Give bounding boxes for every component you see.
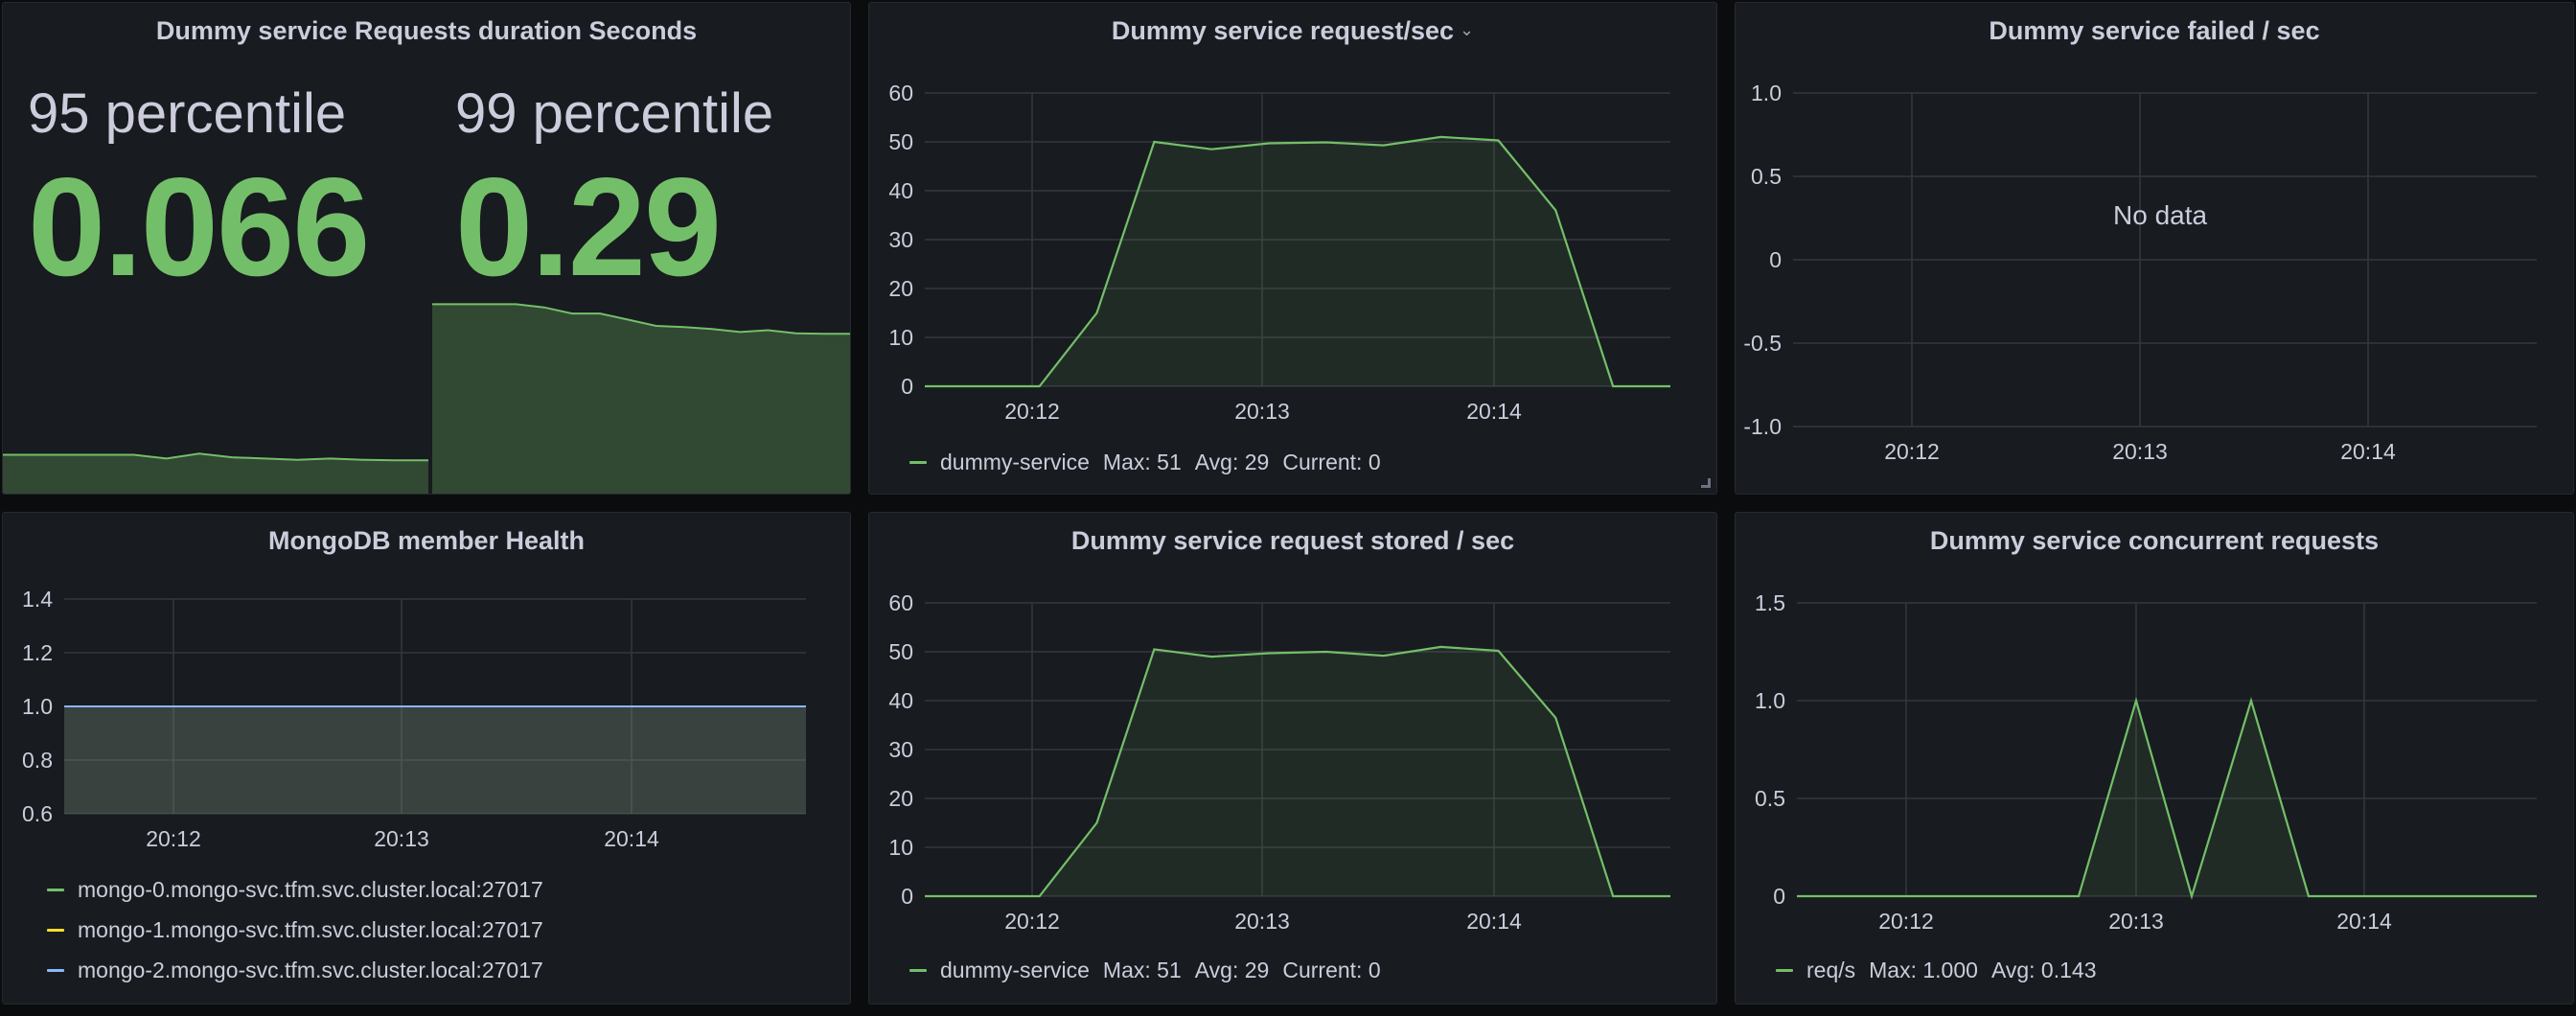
y-tick-label: 0 xyxy=(1773,884,1785,909)
x-tick-label: 20:14 xyxy=(604,826,659,851)
legend-series-name: mongo-2.mongo-svc.tfm.svc.cluster.local:… xyxy=(78,957,543,982)
y-tick-label: -1.0 xyxy=(1743,414,1782,439)
y-tick-label: 0.5 xyxy=(1755,786,1785,811)
legend-series-name: dummy-service xyxy=(940,957,1090,982)
y-tick-label: 0 xyxy=(901,884,913,909)
legend-item[interactable]: mongo-1.mongo-svc.tfm.svc.cluster.local:… xyxy=(47,910,543,950)
no-data-message: No data xyxy=(2113,200,2208,230)
y-tick-label: 1.2 xyxy=(22,640,53,665)
legend-swatch xyxy=(909,460,927,464)
resize-handle[interactable] xyxy=(1701,478,1711,488)
panel-failed-per-sec[interactable]: Dummy service failed / sec 1.0 0.5 0 -0.5 -1… xyxy=(1735,2,2574,495)
y-tick-label: 0 xyxy=(1769,247,1782,272)
legend-item[interactable]: mongo-0.mongo-svc.tfm.svc.cluster.local:… xyxy=(47,869,543,910)
y-tick-label: 1.4 xyxy=(22,587,53,612)
y-tick-label: 60 xyxy=(888,81,913,105)
legend-item[interactable]: mongo-2.mongo-svc.tfm.svc.cluster.local:… xyxy=(47,950,543,990)
x-tick-label: 20:13 xyxy=(2112,439,2168,464)
series-area-fill xyxy=(925,136,1670,386)
legend: dummy-service Max: 51 Avg: 29 Current: 0 xyxy=(909,950,1381,990)
legend-series-name: mongo-1.mongo-svc.tfm.svc.cluster.local:… xyxy=(78,916,543,942)
x-tick-label: 20:14 xyxy=(2340,439,2396,464)
y-tick-label: 20 xyxy=(888,276,913,301)
x-tick-label: 20:14 xyxy=(2336,909,2392,934)
legend-item[interactable]: dummy-service Max: 51 Avg: 29 Current: 0 xyxy=(909,950,1381,990)
x-tick-label: 20:14 xyxy=(1466,399,1522,424)
y-tick-label: 0.6 xyxy=(22,801,53,826)
legend: dummy-service Max: 51 Avg: 29 Current: 0 xyxy=(909,442,1381,482)
legend-item[interactable]: req/s Max: 1.000 Avg: 0.143 xyxy=(1776,950,2097,990)
legend-current: Current: 0 xyxy=(1282,957,1381,982)
x-tick-label: 20:12 xyxy=(1004,399,1060,424)
y-tick-label: 50 xyxy=(888,129,913,154)
y-tick-label: 50 xyxy=(888,639,913,664)
legend-series-name: req/s xyxy=(1806,957,1856,982)
panel-request-stored[interactable]: Dummy service request stored / sec 60 50 4… xyxy=(868,512,1717,1004)
y-tick-label: 10 xyxy=(888,325,913,350)
legend-avg: Avg: 29 xyxy=(1194,449,1270,474)
x-tick-label: 20:12 xyxy=(146,826,201,851)
y-tick-label: 1.5 xyxy=(1755,590,1785,615)
legend-avg: Avg: 29 xyxy=(1194,957,1270,982)
panel-concurrent-requests[interactable]: Dummy service concurrent requests 1.5 1.0… xyxy=(1735,512,2574,1004)
chart-plot: 60 50 40 30 20 10 0 20:12 20:13 20:14 xyxy=(888,590,1671,934)
chart-plot: 1.5 1.0 0.5 0 20:12 20:13 20:14 xyxy=(1755,590,2538,934)
legend-max: Max: 51 xyxy=(1102,957,1182,982)
sparkline-area xyxy=(3,303,850,494)
y-tick-label: 20 xyxy=(888,786,913,811)
chart-plot: 60 50 40 30 20 10 0 20:12 20:13 20:14 xyxy=(888,81,1671,424)
panel-request-duration[interactable]: Dummy service Requests duration Seconds … xyxy=(2,2,851,495)
y-tick-label: 30 xyxy=(888,737,913,762)
legend-current: Current: 0 xyxy=(1282,449,1381,474)
y-tick-label: 0.8 xyxy=(22,748,53,773)
y-tick-label: 0 xyxy=(901,374,913,399)
legend: mongo-0.mongo-svc.tfm.svc.cluster.local:… xyxy=(47,869,543,990)
y-tick-label: 1.0 xyxy=(22,694,53,719)
y-tick-label: 10 xyxy=(888,835,913,860)
series-area-fill xyxy=(925,646,1670,896)
legend-avg: Avg: 0.143 xyxy=(1990,957,2097,982)
legend-max: Max: 51 xyxy=(1102,449,1182,474)
legend-series-name: mongo-0.mongo-svc.tfm.svc.cluster.local:… xyxy=(78,876,543,902)
series-area-fill xyxy=(64,706,806,814)
legend-max: Max: 1.000 xyxy=(1869,957,1978,982)
legend-swatch xyxy=(47,968,64,972)
y-tick-label: 0.5 xyxy=(1751,164,1782,189)
y-tick-label: 30 xyxy=(888,227,913,252)
legend-swatch xyxy=(47,928,64,932)
x-tick-label: 20:13 xyxy=(1234,399,1290,424)
x-tick-label: 20:12 xyxy=(1004,909,1060,934)
y-tick-label: -0.5 xyxy=(1743,331,1782,356)
x-tick-label: 20:13 xyxy=(1234,909,1290,934)
legend-series-name: dummy-service xyxy=(940,449,1090,474)
legend-swatch xyxy=(909,968,927,972)
y-tick-label: 40 xyxy=(888,178,913,203)
x-tick-label: 20:12 xyxy=(1878,909,1934,934)
y-tick-label: 1.0 xyxy=(1751,81,1782,105)
y-tick-label: 60 xyxy=(888,590,913,615)
panel-request-per-sec[interactable]: Dummy service request/sec ⌄ 60 50 40 30 20 10 0… xyxy=(868,2,1717,495)
legend-swatch xyxy=(47,888,64,891)
legend-swatch xyxy=(1776,968,1793,972)
chart-plot: 1.0 0.5 0 -0.5 -1.0 20:12 20:13 20:14 xyxy=(1743,81,2537,464)
y-tick-label: 40 xyxy=(888,688,913,713)
y-tick-label: 1.0 xyxy=(1755,688,1785,713)
legend: req/s Max: 1.000 Avg: 0.143 xyxy=(1776,950,2097,990)
x-tick-label: 20:13 xyxy=(374,826,429,851)
panel-mongodb-health[interactable]: MongoDB member Health 1.4 1.2 1.0 0.8 0.6 20:… xyxy=(2,512,851,1004)
x-tick-label: 20:13 xyxy=(2108,909,2164,934)
x-tick-label: 20:12 xyxy=(1884,439,1940,464)
x-tick-label: 20:14 xyxy=(1466,909,1522,934)
legend-item[interactable]: dummy-service Max: 51 Avg: 29 Current: 0 xyxy=(909,442,1381,482)
